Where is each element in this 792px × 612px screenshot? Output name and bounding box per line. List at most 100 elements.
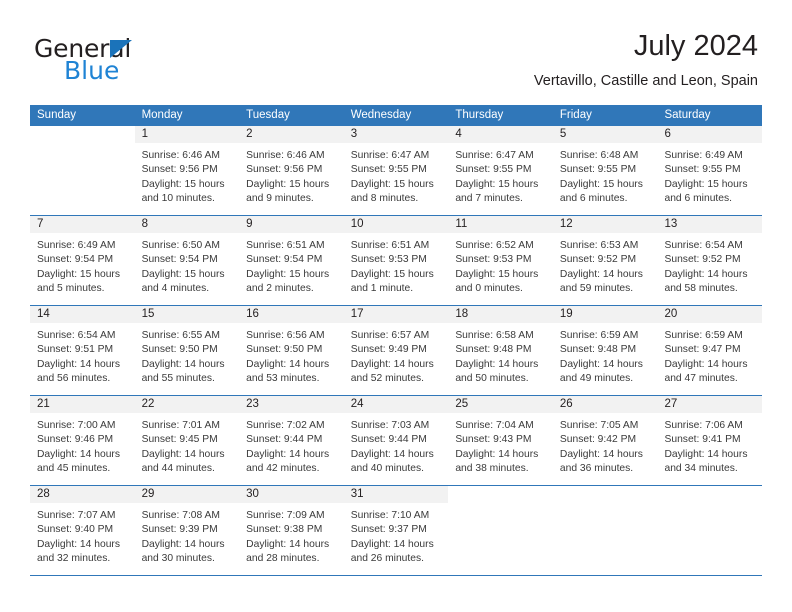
day-number (657, 486, 762, 503)
day-number: 30 (239, 486, 344, 503)
calendar-day-cell[interactable]: 15 Sunrise: 6:55 AM Sunset: 9:50 PM Dayligh… (134, 306, 240, 395)
day-number: 18 (448, 306, 553, 323)
calendar-day-cell[interactable]: 7 Sunrise: 6:49 AM Sunset: 9:54 PM Daylight… (30, 216, 135, 305)
calendar-day-cell-empty (553, 486, 658, 575)
day-info-line: Daylight: 14 hours (455, 448, 539, 460)
calendar-day-cell[interactable]: 28 Sunrise: 7:07 AM Sunset: 9:40 PM Dayligh… (30, 486, 135, 575)
day-info-line: Sunrise: 7:01 AM (141, 420, 220, 431)
calendar-day-cell[interactable]: 6 Sunrise: 6:49 AM Sunset: 9:55 PM Daylight… (657, 126, 763, 215)
calendar-day-cell[interactable]: 16 Sunrise: 6:56 AM Sunset: 9:50 PM Dayligh… (239, 306, 344, 395)
calendar-day-cell[interactable]: 3 Sunrise: 6:47 AM Sunset: 9:55 PM Daylight… (343, 126, 449, 215)
day-info-line: Daylight: 14 hours (559, 448, 643, 460)
day-info-line: Sunrise: 6:56 AM (246, 330, 325, 341)
day-sun-info: Sunrise: 6:55 AM Sunset: 9:50 PM Daylight:… (135, 323, 240, 387)
calendar-day-cell[interactable]: 18 Sunrise: 6:58 AM Sunset: 9:48 PM Dayligh… (448, 306, 553, 395)
calendar-day-cell[interactable]: 10 Sunrise: 6:51 AM Sunset: 9:53 PM Dayligh… (343, 216, 449, 305)
calendar-day-cell[interactable]: 8 Sunrise: 6:50 AM Sunset: 9:54 PM Daylight… (134, 216, 240, 305)
day-info-line: Daylight: 14 hours (37, 448, 120, 460)
calendar-day-cell[interactable]: 12 Sunrise: 6:53 AM Sunset: 9:52 PM Dayligh… (552, 216, 658, 305)
calendar-day-cell[interactable]: 11 Sunrise: 6:52 AM Sunset: 9:53 PM Dayligh… (448, 216, 553, 305)
day-info-line: and 6 minutes. (664, 193, 733, 205)
day-info-line: Sunrise: 7:06 AM (664, 420, 743, 431)
day-info-line: Sunrise: 6:46 AM (141, 150, 220, 161)
weekday-header-saturday: Saturday (664, 109, 711, 121)
calendar-day-cell[interactable]: 2 Sunrise: 6:46 AM Sunset: 9:56 PM Daylight… (239, 126, 344, 215)
day-info-line: Daylight: 15 hours (350, 268, 434, 280)
day-info-line: Sunrise: 6:52 AM (455, 240, 534, 251)
calendar-day-cell[interactable]: 20 Sunrise: 6:59 AM Sunset: 9:47 PM Dayligh… (657, 306, 763, 395)
day-info-line: and 7 minutes. (455, 193, 523, 205)
calendar-day-cell[interactable]: 14 Sunrise: 6:54 AM Sunset: 9:51 PM Dayligh… (30, 306, 135, 395)
calendar-week-row: 1 Sunrise: 6:46 AM Sunset: 9:56 PM Daylight… (30, 126, 763, 216)
day-info-line: Sunset: 9:55 PM (455, 164, 532, 176)
calendar-day-cell[interactable]: 4 Sunrise: 6:47 AM Sunset: 9:55 PM Daylight… (448, 126, 553, 215)
day-info-line: and 1 minute. (350, 283, 414, 295)
day-info-line: and 52 minutes. (350, 373, 425, 385)
day-info-line: Daylight: 14 hours (350, 448, 434, 460)
calendar-day-cell[interactable]: 27 Sunrise: 7:06 AM Sunset: 9:41 PM Dayligh… (657, 396, 763, 485)
day-info-line: Daylight: 14 hours (350, 358, 434, 370)
day-info-line: Sunset: 9:49 PM (350, 344, 427, 356)
day-info-line: and 50 minutes. (455, 373, 529, 385)
calendar-day-cell[interactable]: 19 Sunrise: 6:59 AM Sunset: 9:48 PM Dayligh… (552, 306, 658, 395)
day-sun-info: Sunrise: 6:54 AM Sunset: 9:52 PM Daylight:… (657, 233, 762, 297)
calendar-day-cell[interactable]: 29 Sunrise: 7:08 AM Sunset: 9:39 PM Dayligh… (134, 486, 240, 575)
day-info-line: Sunrise: 6:48 AM (559, 150, 639, 161)
day-info-line: Sunrise: 7:10 AM (350, 510, 430, 521)
day-info-line: Sunrise: 7:04 AM (455, 420, 534, 431)
day-number: 11 (448, 216, 553, 233)
day-sun-info: Sunrise: 7:00 AM Sunset: 9:46 PM Daylight:… (30, 413, 135, 477)
day-info-line: Sunrise: 6:49 AM (664, 150, 743, 161)
day-sun-info: Sunrise: 6:59 AM Sunset: 9:47 PM Daylight:… (657, 323, 762, 387)
day-info-line: and 5 minutes. (37, 283, 105, 295)
day-info-line: Sunset: 9:48 PM (559, 344, 637, 356)
day-info-line: and 8 minutes. (350, 193, 419, 205)
calendar-day-cell[interactable]: 30 Sunrise: 7:09 AM Sunset: 9:38 PM Dayligh… (239, 486, 344, 575)
day-info-line: Sunrise: 6:49 AM (37, 240, 116, 251)
day-info-line: Sunset: 9:51 PM (37, 344, 114, 356)
day-sun-info: Sunrise: 6:54 AM Sunset: 9:51 PM Daylight:… (30, 323, 135, 387)
day-sun-info: Sunrise: 6:49 AM Sunset: 9:54 PM Daylight:… (30, 233, 135, 297)
day-info-line: Sunrise: 6:46 AM (246, 150, 325, 161)
day-sun-info: Sunrise: 6:53 AM Sunset: 9:52 PM Daylight:… (553, 233, 658, 297)
day-info-line: Sunset: 9:41 PM (664, 434, 741, 446)
day-info-line: and 9 minutes. (246, 193, 314, 205)
day-number: 19 (552, 306, 658, 323)
day-number: 6 (657, 126, 763, 143)
day-info-line: Daylight: 14 hours (141, 538, 225, 550)
day-info-line: and 6 minutes. (559, 193, 628, 205)
calendar-page: General Blue July 2024 Vertavillo, Casti… (0, 0, 792, 612)
calendar-day-cell[interactable]: 17 Sunrise: 6:57 AM Sunset: 9:49 PM Dayligh… (343, 306, 449, 395)
day-info-line: Daylight: 15 hours (141, 178, 225, 190)
calendar-day-cell[interactable]: 31 Sunrise: 7:10 AM Sunset: 9:37 PM Dayligh… (343, 486, 449, 575)
day-sun-info: Sunrise: 6:47 AM Sunset: 9:55 PM Daylight:… (344, 143, 449, 207)
day-info-line: and 34 minutes. (664, 463, 738, 475)
calendar-day-cell[interactable]: 9 Sunrise: 6:51 AM Sunset: 9:54 PM Daylight… (239, 216, 344, 305)
calendar-day-cell[interactable]: 22 Sunrise: 7:01 AM Sunset: 9:45 PM Dayligh… (134, 396, 240, 485)
day-info-line: Sunset: 9:52 PM (559, 254, 637, 266)
day-number: 29 (134, 486, 240, 503)
day-info-line: Daylight: 14 hours (559, 358, 643, 370)
day-number: 27 (657, 396, 763, 413)
day-info-line: Daylight: 14 hours (559, 268, 643, 280)
weekday-header-row: Sunday Monday Tuesday Wednesday Thursday Frid… (30, 105, 762, 126)
calendar-day-cell[interactable]: 24 Sunrise: 7:03 AM Sunset: 9:44 PM Dayligh… (343, 396, 449, 485)
day-number: 25 (448, 396, 553, 413)
day-info-line: Daylight: 15 hours (246, 178, 330, 190)
day-info-line: Sunrise: 6:54 AM (37, 330, 116, 341)
calendar-day-cell[interactable]: 13 Sunrise: 6:54 AM Sunset: 9:52 PM Dayligh… (657, 216, 763, 305)
calendar-day-cell[interactable]: 5 Sunrise: 6:48 AM Sunset: 9:55 PM Daylight… (552, 126, 658, 215)
day-sun-info: Sunrise: 7:06 AM Sunset: 9:41 PM Daylight:… (657, 413, 762, 477)
calendar-day-cell[interactable]: 23 Sunrise: 7:02 AM Sunset: 9:44 PM Dayligh… (239, 396, 344, 485)
calendar-weeks: 1 Sunrise: 6:46 AM Sunset: 9:56 PM Daylight… (30, 126, 763, 576)
day-info-line: Sunrise: 6:54 AM (664, 240, 743, 251)
day-info-line: Daylight: 14 hours (664, 448, 748, 460)
calendar-day-cell[interactable]: 21 Sunrise: 7:00 AM Sunset: 9:46 PM Dayligh… (30, 396, 135, 485)
calendar-day-cell[interactable]: 25 Sunrise: 7:04 AM Sunset: 9:43 PM Dayligh… (448, 396, 553, 485)
calendar-day-cell[interactable]: 1 Sunrise: 6:46 AM Sunset: 9:56 PM Daylight… (134, 126, 240, 215)
day-number: 23 (239, 396, 344, 413)
day-number (30, 126, 135, 143)
day-number: 1 (134, 126, 240, 143)
day-info-line: Sunrise: 7:09 AM (246, 510, 325, 521)
calendar-day-cell[interactable]: 26 Sunrise: 7:05 AM Sunset: 9:42 PM Dayligh… (552, 396, 658, 485)
